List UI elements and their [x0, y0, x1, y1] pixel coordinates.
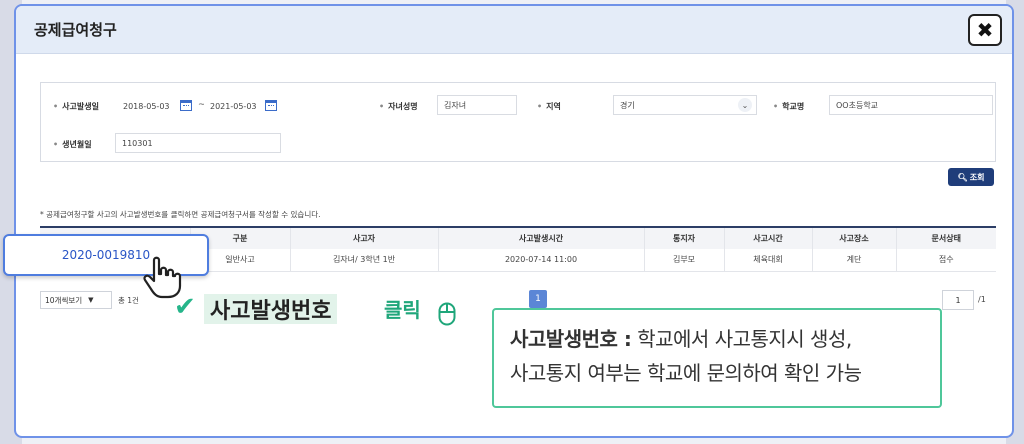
search-icon: 🔍︎	[957, 172, 968, 182]
mouse-icon	[438, 302, 456, 326]
birth-label: 생년월일	[53, 139, 91, 150]
accident-period-cell: 체육대회	[723, 249, 812, 272]
calendar-icon[interactable]	[265, 100, 277, 111]
per-page-label: 10개씩보기	[45, 295, 83, 305]
search-panel: 사고발생일 2018-05-03 ~ 2021-05-03 자녀성명 김자녀 지…	[40, 82, 996, 162]
info-line-2: 사고통지 여부는 학교에 문의하여 확인 가능	[510, 361, 862, 385]
accident-place-cell: 계단	[811, 249, 896, 272]
calendar-icon[interactable]	[180, 100, 192, 111]
close-button[interactable]: ✖	[968, 14, 1002, 46]
birth-input[interactable]: 110301	[115, 133, 281, 153]
check-mark-icon: ✔	[174, 292, 196, 322]
page-number-input[interactable]: 1	[942, 290, 974, 310]
column-header: 문서상태	[895, 226, 996, 249]
accident-date-label: 사고발생일	[53, 101, 99, 112]
child-name-label: 자녀성명	[379, 101, 417, 112]
info-term: 사고발생번호 :	[510, 327, 632, 351]
per-page-select[interactable]: 10개씩보기 ▼	[40, 291, 112, 309]
click-label: 클릭	[384, 298, 421, 322]
column-header: 사고발생시간	[437, 226, 644, 249]
accident-time-cell: 2020-07-14 11:00	[437, 249, 644, 272]
highlight-label: 사고발생번호	[204, 294, 338, 324]
instruction-note: * 공제급여청구할 사고의 사고발생번호를 클릭하면 공제급여청구서를 작성할 …	[40, 210, 321, 219]
region-label: 지역	[537, 101, 561, 112]
column-header: 사고자	[289, 226, 438, 249]
search-button-label: 조회	[969, 172, 985, 182]
total-count: 총 1건	[118, 296, 139, 305]
school-input[interactable]: OO초등학교	[829, 95, 993, 115]
info-box: 사고발생번호 : 학교에서 사고통지시 생성, 사고통지 여부는 학교에 문의하…	[492, 308, 942, 408]
chevron-down-icon: ▼	[88, 296, 94, 304]
document-status-cell: 접수	[895, 249, 996, 272]
chevron-down-icon[interactable]: ⌄	[738, 98, 752, 112]
modal-title: 공제급여청구	[34, 21, 117, 39]
modal-header: 공제급여청구 ✖	[16, 6, 1012, 54]
column-header: 통지자	[643, 226, 724, 249]
search-button[interactable]: 🔍︎ 조회	[948, 168, 994, 186]
info-line-1: 사고발생번호 : 학교에서 사고통지시 생성,	[510, 322, 924, 356]
school-label: 학교명	[773, 101, 804, 112]
notifier-cell: 김부모	[643, 249, 724, 272]
region-select[interactable]: 경기	[613, 95, 757, 115]
column-header: 사고장소	[811, 226, 896, 249]
info-line-1-text: 학교에서 사고통지시 생성,	[631, 327, 852, 351]
column-header: 사고시간	[723, 226, 812, 249]
page-total: /1	[978, 295, 986, 304]
child-name-input[interactable]: 김자녀	[437, 95, 517, 115]
date-from-field[interactable]: 2018-05-03	[117, 96, 189, 116]
victim-cell: 김자녀/ 3학년 1반	[289, 249, 438, 272]
page-button-current[interactable]: 1	[529, 290, 547, 308]
